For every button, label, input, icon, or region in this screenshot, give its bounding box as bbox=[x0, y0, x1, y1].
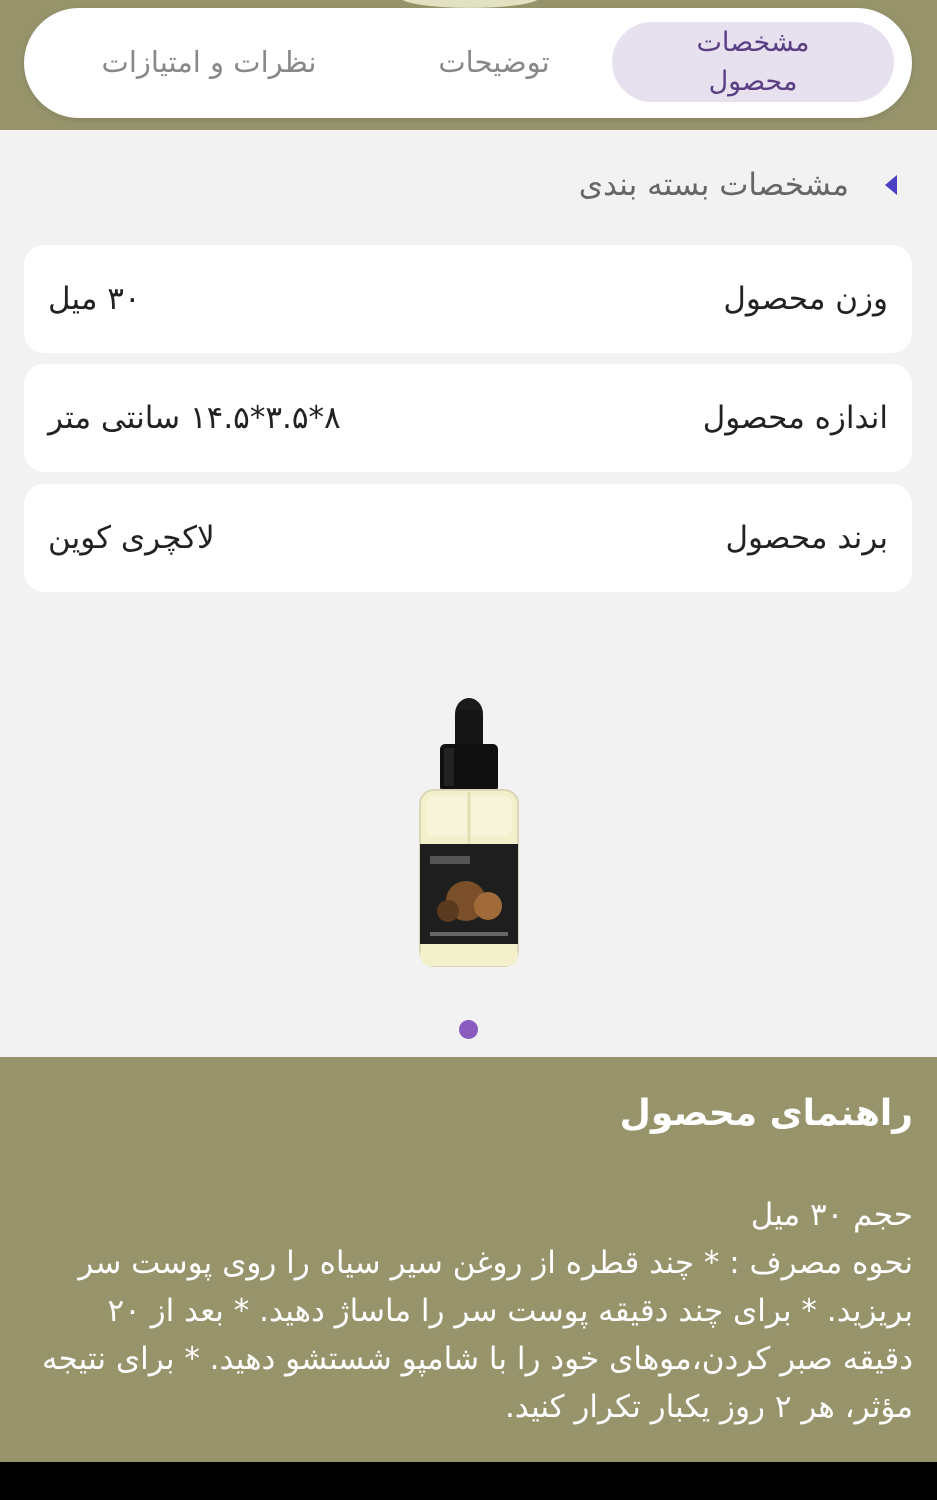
spec-label: وزن محصول bbox=[723, 281, 888, 317]
spec-value: لاکچری کوین bbox=[48, 520, 215, 556]
spec-label: اندازه محصول bbox=[702, 400, 888, 436]
tab-product-specs[interactable]: مشخصات محصول bbox=[612, 22, 894, 102]
header-glow bbox=[400, 0, 540, 8]
chevron-left-icon bbox=[885, 175, 897, 195]
tab-description[interactable]: توضیحات bbox=[354, 22, 634, 102]
spec-row-weight: وزن محصول ۳۰ میل bbox=[24, 245, 912, 353]
spec-value: ۸*۳.۵*۱۴.۵ سانتی متر bbox=[48, 400, 341, 436]
header-band: مشخصات محصول توضیحات نظرات و امتیازات bbox=[0, 0, 937, 130]
guide-body: حجم ۳۰ میل نحوه مصرف : * چند قطره از روغ… bbox=[42, 1197, 913, 1425]
spec-value: ۳۰ میل bbox=[48, 281, 141, 317]
packaging-section-header[interactable]: مشخصات بسته بندی bbox=[579, 160, 897, 210]
tab-reviews[interactable]: نظرات و امتیازات bbox=[54, 22, 364, 102]
carousel-dot-active[interactable] bbox=[459, 1020, 478, 1039]
section-title: مشخصات بسته بندی bbox=[578, 167, 849, 203]
spec-row-size: اندازه محصول ۸*۳.۵*۱۴.۵ سانتی متر bbox=[24, 364, 912, 472]
spec-row-brand: برند محصول لاکچری کوین bbox=[24, 484, 912, 592]
spec-label: برند محصول bbox=[725, 520, 888, 556]
guide-title: راهنمای محصول bbox=[619, 1093, 913, 1134]
tab-bar: مشخصات محصول توضیحات نظرات و امتیازات bbox=[24, 8, 912, 118]
navigation-bar bbox=[0, 1462, 937, 1500]
product-guide-section: راهنمای محصول حجم ۳۰ میل نحوه مصرف : * چ… bbox=[0, 1057, 937, 1462]
product-image-dropper-bottle[interactable] bbox=[416, 696, 522, 972]
